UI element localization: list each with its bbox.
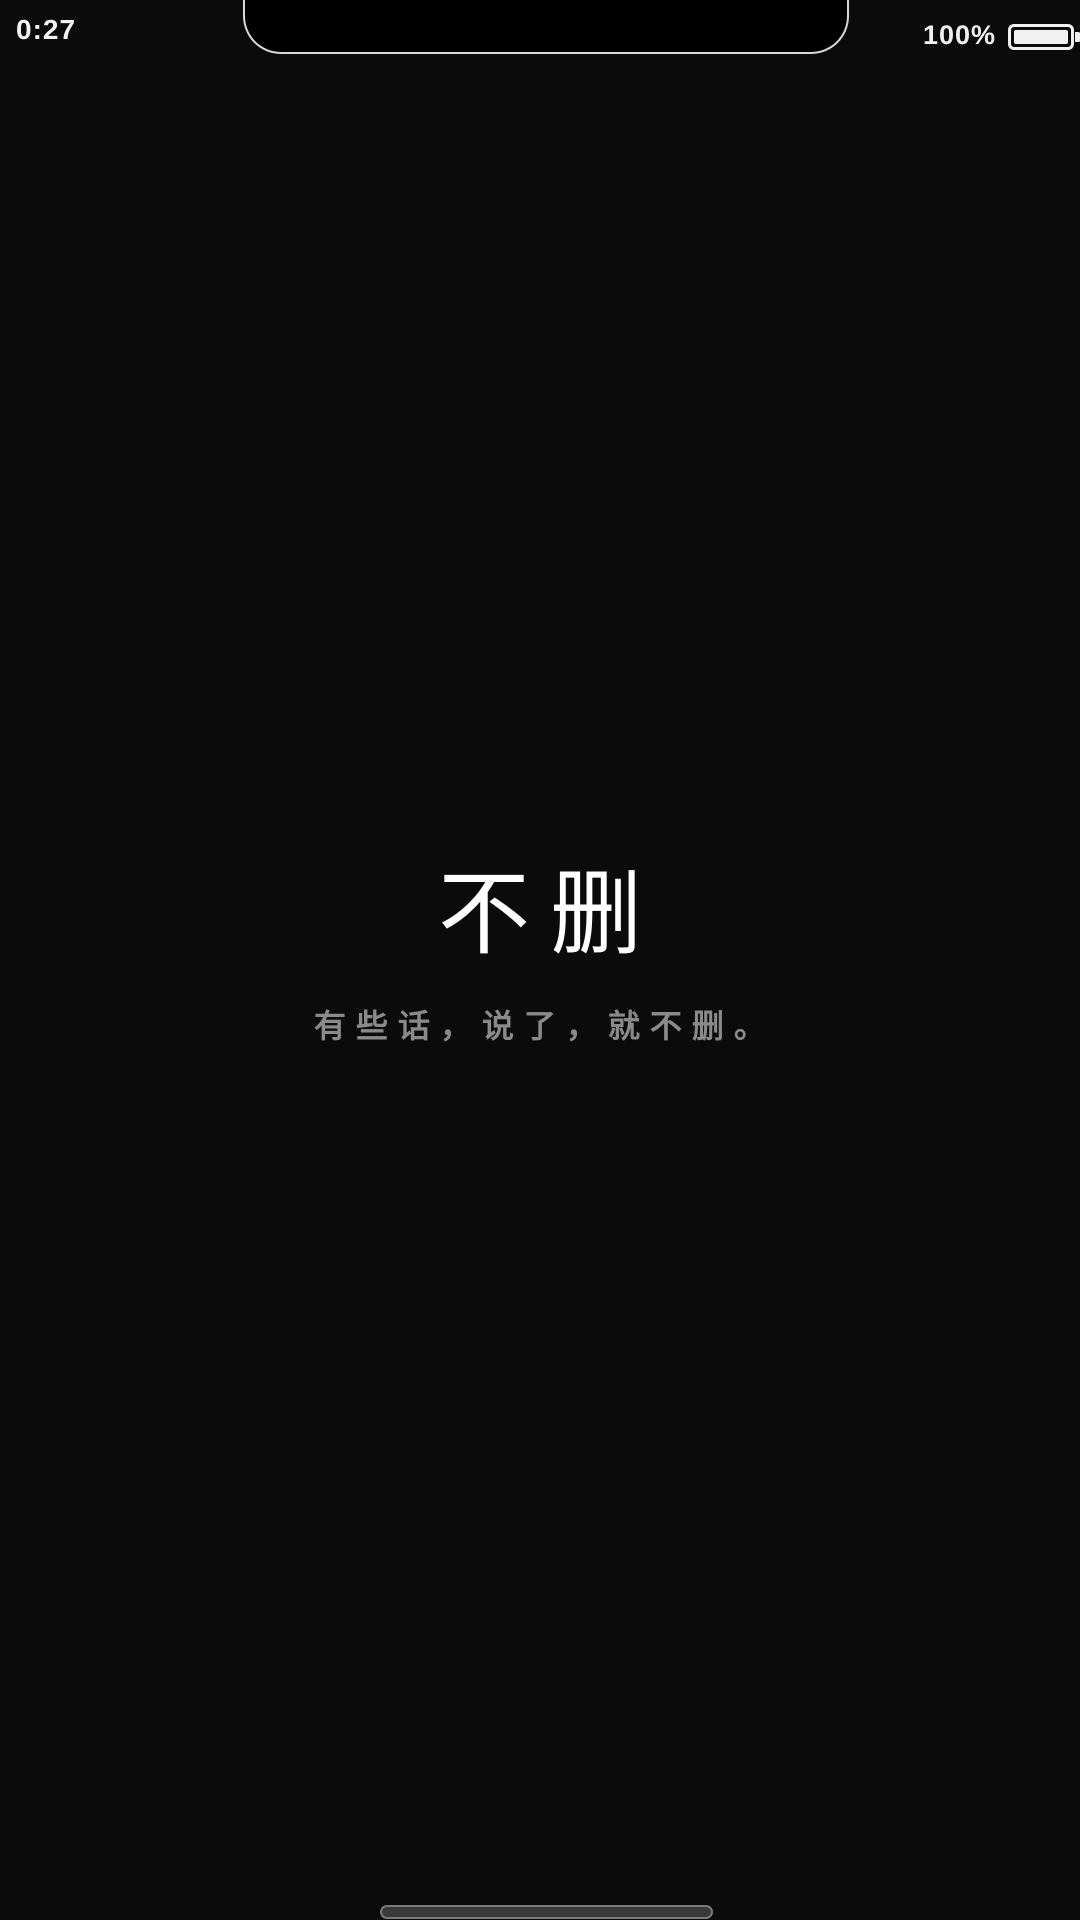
battery-terminal (1075, 32, 1080, 42)
camera-notch (243, 0, 849, 54)
battery-percent: 100% (922, 20, 996, 50)
status-time: 0:27 (16, 14, 77, 45)
app-tagline: 有些话，说了，就不删。 (313, 1007, 776, 1045)
splash-content: 不删 有些话，说了，就不删。 (0, 860, 1080, 1048)
home-indicator[interactable] (380, 1905, 713, 1919)
battery-icon (1008, 24, 1074, 50)
app-title: 不删 (437, 861, 662, 968)
battery-level-fill (1014, 30, 1068, 44)
splash-screen: 0:27 100% 不删 有些话，说了，就不删。 (0, 0, 1080, 1920)
status-bar: 0:27 100% (0, 0, 1080, 70)
